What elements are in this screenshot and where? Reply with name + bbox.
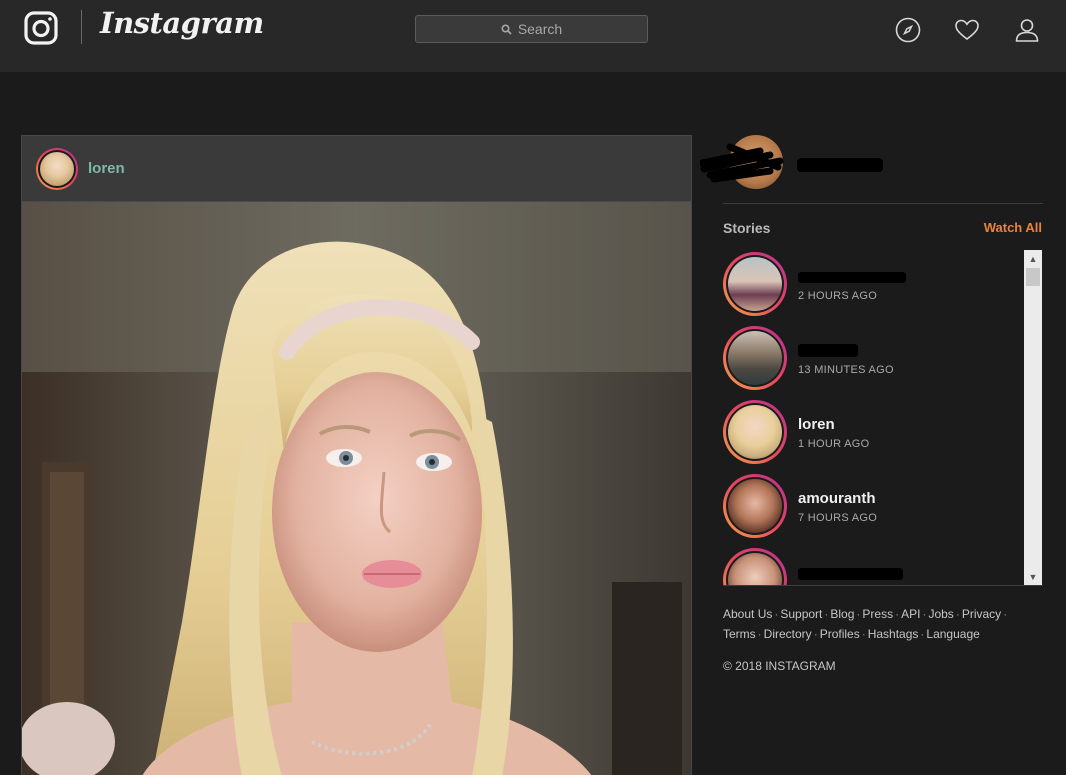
search-icon: [501, 23, 512, 35]
story-name: loren: [798, 416, 835, 433]
stories-scrollbar[interactable]: ▲ ▼: [1024, 250, 1042, 585]
footer-links: About Us · Support · Blog · Press · API · Jobs · Pri…: [723, 607, 1008, 641]
stories-header: Stories Watch All: [723, 220, 1043, 238]
story-name: amouranth: [798, 490, 876, 507]
story-time: 7 HOURS AGO: [798, 512, 878, 524]
story-avatar: [728, 331, 782, 385]
story-time: 2 HOURS AGO: [798, 290, 878, 302]
story-time: 13 MINUTES AGO: [798, 364, 894, 376]
watch-all-link[interactable]: Watch All: [984, 220, 1042, 235]
story-item[interactable]: [723, 548, 1023, 585]
footer-link[interactable]: About Us: [723, 607, 772, 621]
stories-bottom-divider: [723, 585, 1043, 586]
sidebar-divider: [723, 203, 1043, 204]
story-avatar: [728, 257, 782, 311]
footer-link[interactable]: Language: [926, 627, 979, 641]
search-input[interactable]: Search: [415, 15, 648, 43]
redaction-scribble: [700, 143, 784, 183]
profile-icon[interactable]: [1014, 17, 1040, 43]
footer-link[interactable]: Profiles: [820, 627, 860, 641]
story-item[interactable]: 2 HOURS AGO: [723, 252, 1023, 318]
logo-divider: [81, 10, 82, 44]
post-username[interactable]: loren: [88, 160, 125, 177]
footer-link[interactable]: Privacy: [962, 607, 1001, 621]
post-avatar-ring[interactable]: [36, 147, 78, 190]
post-photo[interactable]: [22, 202, 691, 775]
current-user-name-redacted[interactable]: [797, 158, 883, 172]
copyright: © 2018 INSTAGRAM: [723, 659, 836, 673]
footer-link[interactable]: Jobs: [928, 607, 953, 621]
heart-icon[interactable]: [954, 17, 980, 43]
story-item[interactable]: 13 MINUTES AGO: [723, 326, 1023, 392]
scrollbar-thumb[interactable]: [1026, 268, 1040, 286]
story-name-redacted: [798, 344, 858, 357]
footer-link[interactable]: Blog: [830, 607, 854, 621]
story-avatar: [728, 479, 782, 533]
compass-icon[interactable]: [895, 17, 921, 43]
feed-post: loren: [21, 135, 692, 775]
scroll-down-arrow-icon[interactable]: ▼: [1024, 568, 1042, 585]
post-header: loren: [22, 136, 691, 202]
story-name-redacted: [798, 568, 903, 580]
story-name-redacted: [798, 272, 906, 283]
top-navigation-bar: Instagram Search: [0, 0, 1066, 72]
footer-link[interactable]: Support: [780, 607, 822, 621]
instagram-camera-icon[interactable]: [24, 11, 58, 45]
scroll-up-arrow-icon[interactable]: ▲: [1024, 250, 1042, 267]
story-time: 1 HOUR AGO: [798, 438, 870, 450]
post-photo-illustration: [22, 202, 691, 775]
story-avatar: [728, 553, 782, 585]
post-avatar: [40, 151, 74, 186]
footer-link[interactable]: Directory: [764, 627, 812, 641]
footer-link[interactable]: Terms: [723, 627, 756, 641]
footer-link[interactable]: Press: [862, 607, 893, 621]
instagram-wordmark[interactable]: Instagram: [100, 6, 264, 40]
footer-link[interactable]: API: [901, 607, 920, 621]
search-placeholder: Search: [517, 21, 563, 37]
stories-label: Stories: [723, 220, 771, 236]
story-item[interactable]: loren 1 HOUR AGO: [723, 400, 1023, 466]
stories-list: 2 HOURS AGO 13 MINUTES AGO loren 1 HOUR …: [723, 250, 1043, 585]
story-avatar: [728, 405, 782, 459]
footer-link[interactable]: Hashtags: [868, 627, 919, 641]
story-item[interactable]: amouranth 7 HOURS AGO: [723, 474, 1023, 540]
